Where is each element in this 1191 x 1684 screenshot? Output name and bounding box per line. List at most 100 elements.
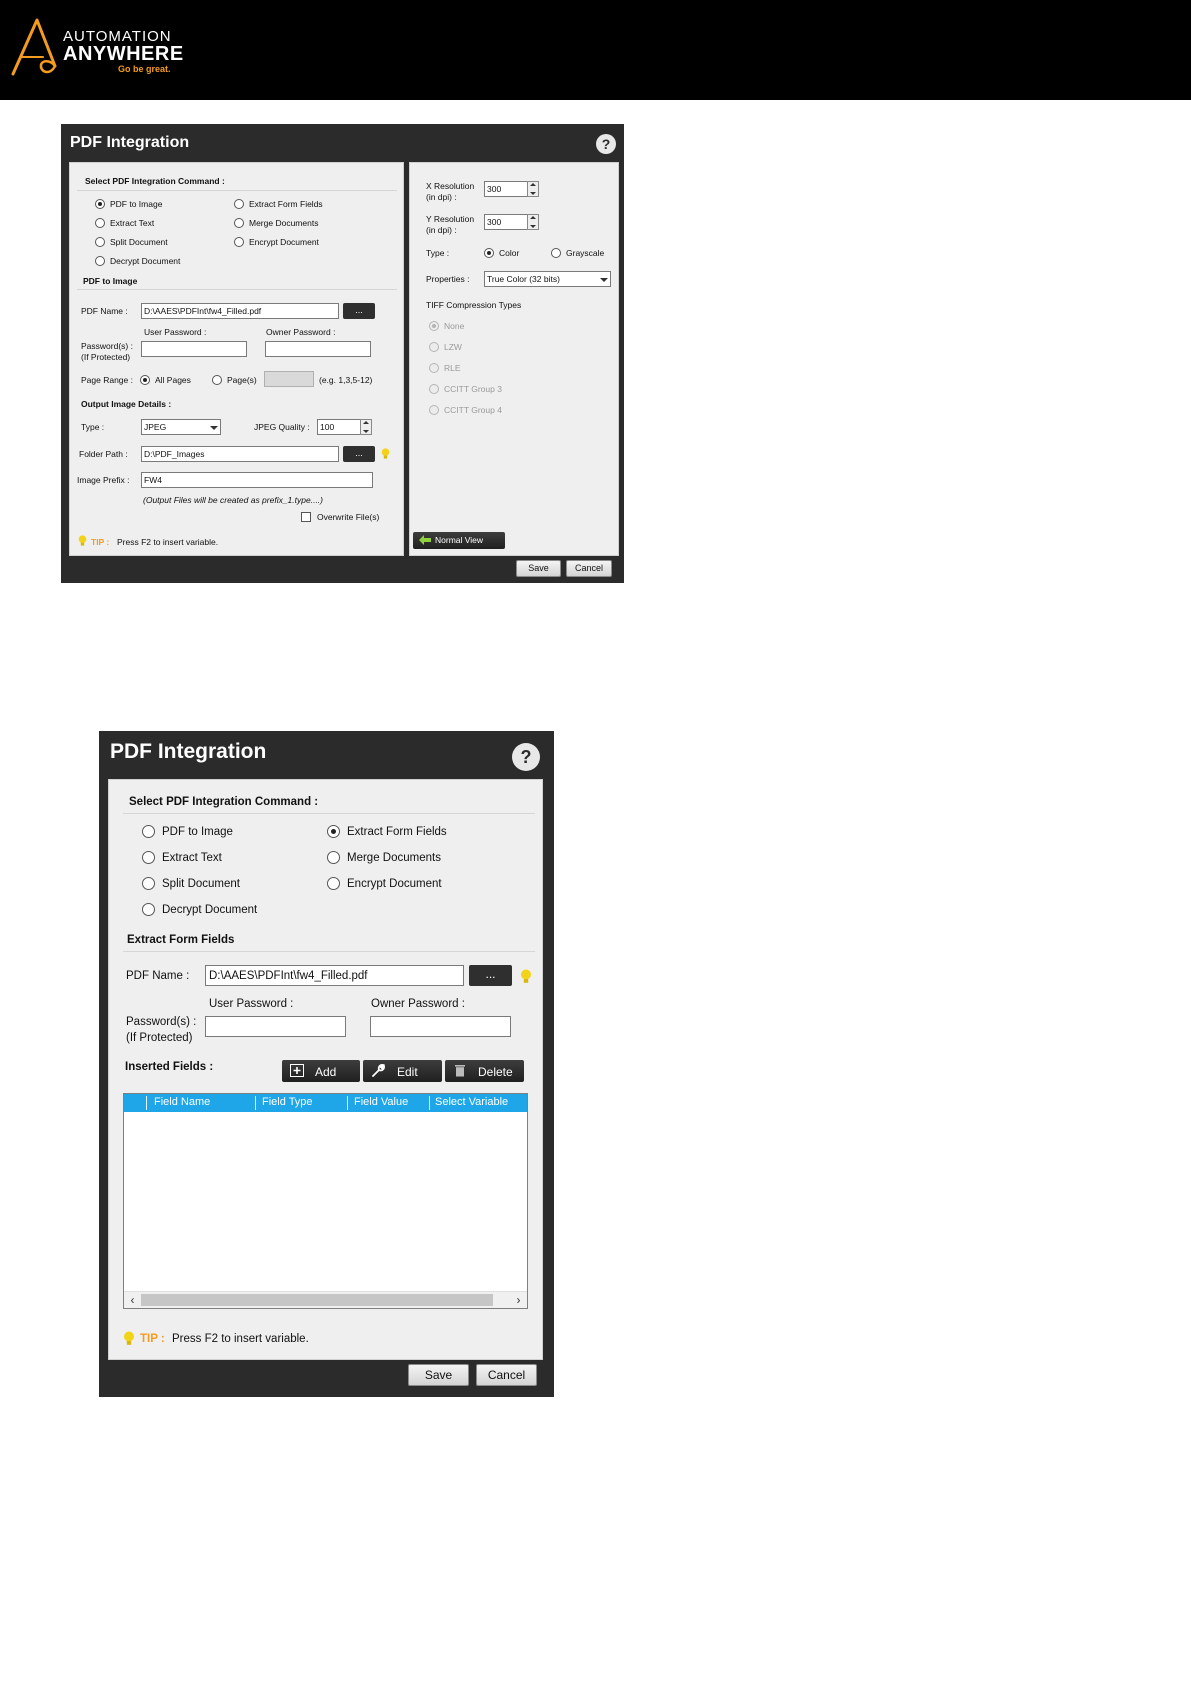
- dialog-title: PDF Integration: [110, 740, 267, 763]
- tip-text: Press F2 to insert variable.: [117, 537, 219, 547]
- y-resolution-stepper[interactable]: [527, 214, 539, 230]
- folder-path-input[interactable]: D:\PDF_Images: [141, 446, 339, 462]
- radio-tiff-ccitt4[interactable]: [429, 405, 439, 415]
- radio-label: PDF to Image: [110, 199, 163, 209]
- grid-header: Field Name Field Type Field Value Select…: [124, 1094, 527, 1112]
- scroll-left-icon[interactable]: ‹: [124, 1292, 141, 1308]
- radio-encrypt-document[interactable]: [234, 237, 244, 247]
- radio-extract-text[interactable]: [95, 218, 105, 228]
- pdf-browse-button[interactable]: ...: [343, 303, 375, 319]
- scrollbar-thumb[interactable]: [141, 1294, 493, 1306]
- passwords-label: Password(s) :: [81, 341, 133, 351]
- folder-path-label: Folder Path :: [79, 449, 128, 459]
- radio-merge-documents[interactable]: [234, 218, 244, 228]
- column-field-type[interactable]: Field Type: [262, 1096, 313, 1108]
- add-field-button[interactable]: Add: [282, 1060, 360, 1082]
- user-password-label: User Password :: [209, 998, 294, 1010]
- properties-select[interactable]: True Color (32 bits): [484, 271, 611, 287]
- radio-pages[interactable]: [212, 375, 222, 385]
- plus-box-icon: [290, 1064, 304, 1077]
- column-divider: [347, 1096, 348, 1110]
- pdf-name-input[interactable]: D:\AAES\PDFInt\fw4_Filled.pdf: [141, 303, 339, 319]
- y-resolution-input[interactable]: 300: [484, 214, 528, 230]
- radio-label: Merge Documents: [249, 218, 319, 228]
- jpeg-quality-stepper[interactable]: [360, 419, 372, 435]
- jpeg-quality-label: JPEG Quality :: [254, 422, 310, 432]
- pdf-name-input[interactable]: D:\AAES\PDFInt\fw4_Filled.pdf: [205, 965, 464, 986]
- section-command-label: Select PDF Integration Command :: [129, 796, 319, 808]
- radio-color[interactable]: [484, 248, 494, 258]
- divider: [77, 190, 397, 191]
- radio-split-document[interactable]: [142, 877, 155, 890]
- passwords-sublabel: (If Protected): [81, 352, 131, 362]
- normal-view-button[interactable]: Normal View: [413, 532, 505, 549]
- radio-split-document[interactable]: [95, 237, 105, 247]
- pages-input[interactable]: [264, 371, 314, 387]
- tiff-option-label: CCITT Group 3: [444, 384, 502, 394]
- x-resolution-label: X Resolution: [426, 181, 475, 191]
- owner-password-input[interactable]: [265, 341, 371, 357]
- pdf-browse-button[interactable]: ...: [469, 965, 512, 986]
- radio-pdf-to-image[interactable]: [95, 199, 105, 209]
- section-command-label: Select PDF Integration Command :: [85, 176, 225, 186]
- save-button[interactable]: Save: [408, 1364, 469, 1386]
- cancel-button[interactable]: Cancel: [566, 560, 612, 577]
- column-divider: [255, 1096, 256, 1110]
- output-section-label: Output Image Details :: [81, 399, 172, 409]
- radio-pdf-to-image[interactable]: [142, 825, 155, 838]
- user-password-input[interactable]: [141, 341, 247, 357]
- radio-extract-form-fields[interactable]: [234, 199, 244, 209]
- divider: [123, 813, 535, 814]
- passwords-label: Password(s) :: [126, 1016, 197, 1028]
- inserted-fields-grid[interactable]: Field Name Field Type Field Value Select…: [123, 1093, 528, 1309]
- tiff-label: TIFF Compression Types: [426, 300, 522, 310]
- column-divider: [146, 1096, 147, 1110]
- jpeg-quality-input[interactable]: 100: [317, 419, 361, 435]
- column-select-variable[interactable]: Select Variable: [435, 1096, 508, 1108]
- tiff-option-label: CCITT Group 4: [444, 405, 502, 415]
- delete-field-button[interactable]: Delete: [445, 1060, 524, 1082]
- save-button[interactable]: Save: [516, 560, 561, 577]
- radio-tiff-none[interactable]: [429, 321, 439, 331]
- help-icon[interactable]: ?: [512, 743, 540, 771]
- radio-merge-documents[interactable]: [327, 851, 340, 864]
- help-icon[interactable]: ?: [596, 134, 616, 154]
- tip-label: TIP :: [140, 1333, 165, 1345]
- user-password-input[interactable]: [205, 1016, 346, 1037]
- radio-label: Extract Form Fields: [249, 199, 323, 209]
- column-field-value[interactable]: Field Value: [354, 1096, 408, 1108]
- x-resolution-input[interactable]: 300: [484, 181, 528, 197]
- radio-decrypt-document[interactable]: [95, 256, 105, 266]
- radio-encrypt-document[interactable]: [327, 877, 340, 890]
- radio-tiff-rle[interactable]: [429, 363, 439, 373]
- owner-password-label: Owner Password :: [266, 327, 336, 337]
- radio-tiff-ccitt3[interactable]: [429, 384, 439, 394]
- radio-all-pages[interactable]: [140, 375, 150, 385]
- cancel-button[interactable]: Cancel: [476, 1364, 537, 1386]
- radio-tiff-lzw[interactable]: [429, 342, 439, 352]
- folder-browse-button[interactable]: ...: [343, 446, 375, 462]
- tiff-option-label: RLE: [444, 363, 461, 373]
- section-mode-label: PDF to Image: [83, 276, 138, 286]
- horizontal-scrollbar[interactable]: ‹ ›: [124, 1291, 527, 1308]
- grayscale-label: Grayscale: [566, 248, 605, 258]
- edit-field-button[interactable]: Edit: [363, 1060, 442, 1082]
- image-prefix-input[interactable]: FW4: [141, 472, 373, 488]
- logo-tagline: Go be great.: [118, 64, 171, 74]
- owner-password-input[interactable]: [370, 1016, 511, 1037]
- column-field-name[interactable]: Field Name: [154, 1096, 210, 1108]
- pages-hint: (e.g. 1,3,5-12): [319, 375, 373, 385]
- radio-extract-text[interactable]: [142, 851, 155, 864]
- pdf-name-label: PDF Name :: [126, 970, 190, 982]
- image-type-select[interactable]: JPEG: [141, 419, 221, 435]
- radio-decrypt-document[interactable]: [142, 903, 155, 916]
- overwrite-checkbox[interactable]: [301, 512, 311, 522]
- radio-grayscale[interactable]: [551, 248, 561, 258]
- radio-extract-form-fields[interactable]: [327, 825, 340, 838]
- x-resolution-stepper[interactable]: [527, 181, 539, 197]
- radio-label: Split Document: [110, 237, 168, 247]
- tiff-option-label: None: [444, 321, 465, 331]
- tip-label: TIP :: [91, 537, 110, 547]
- scroll-right-icon[interactable]: ›: [510, 1292, 527, 1308]
- radio-label: Encrypt Document: [249, 237, 319, 247]
